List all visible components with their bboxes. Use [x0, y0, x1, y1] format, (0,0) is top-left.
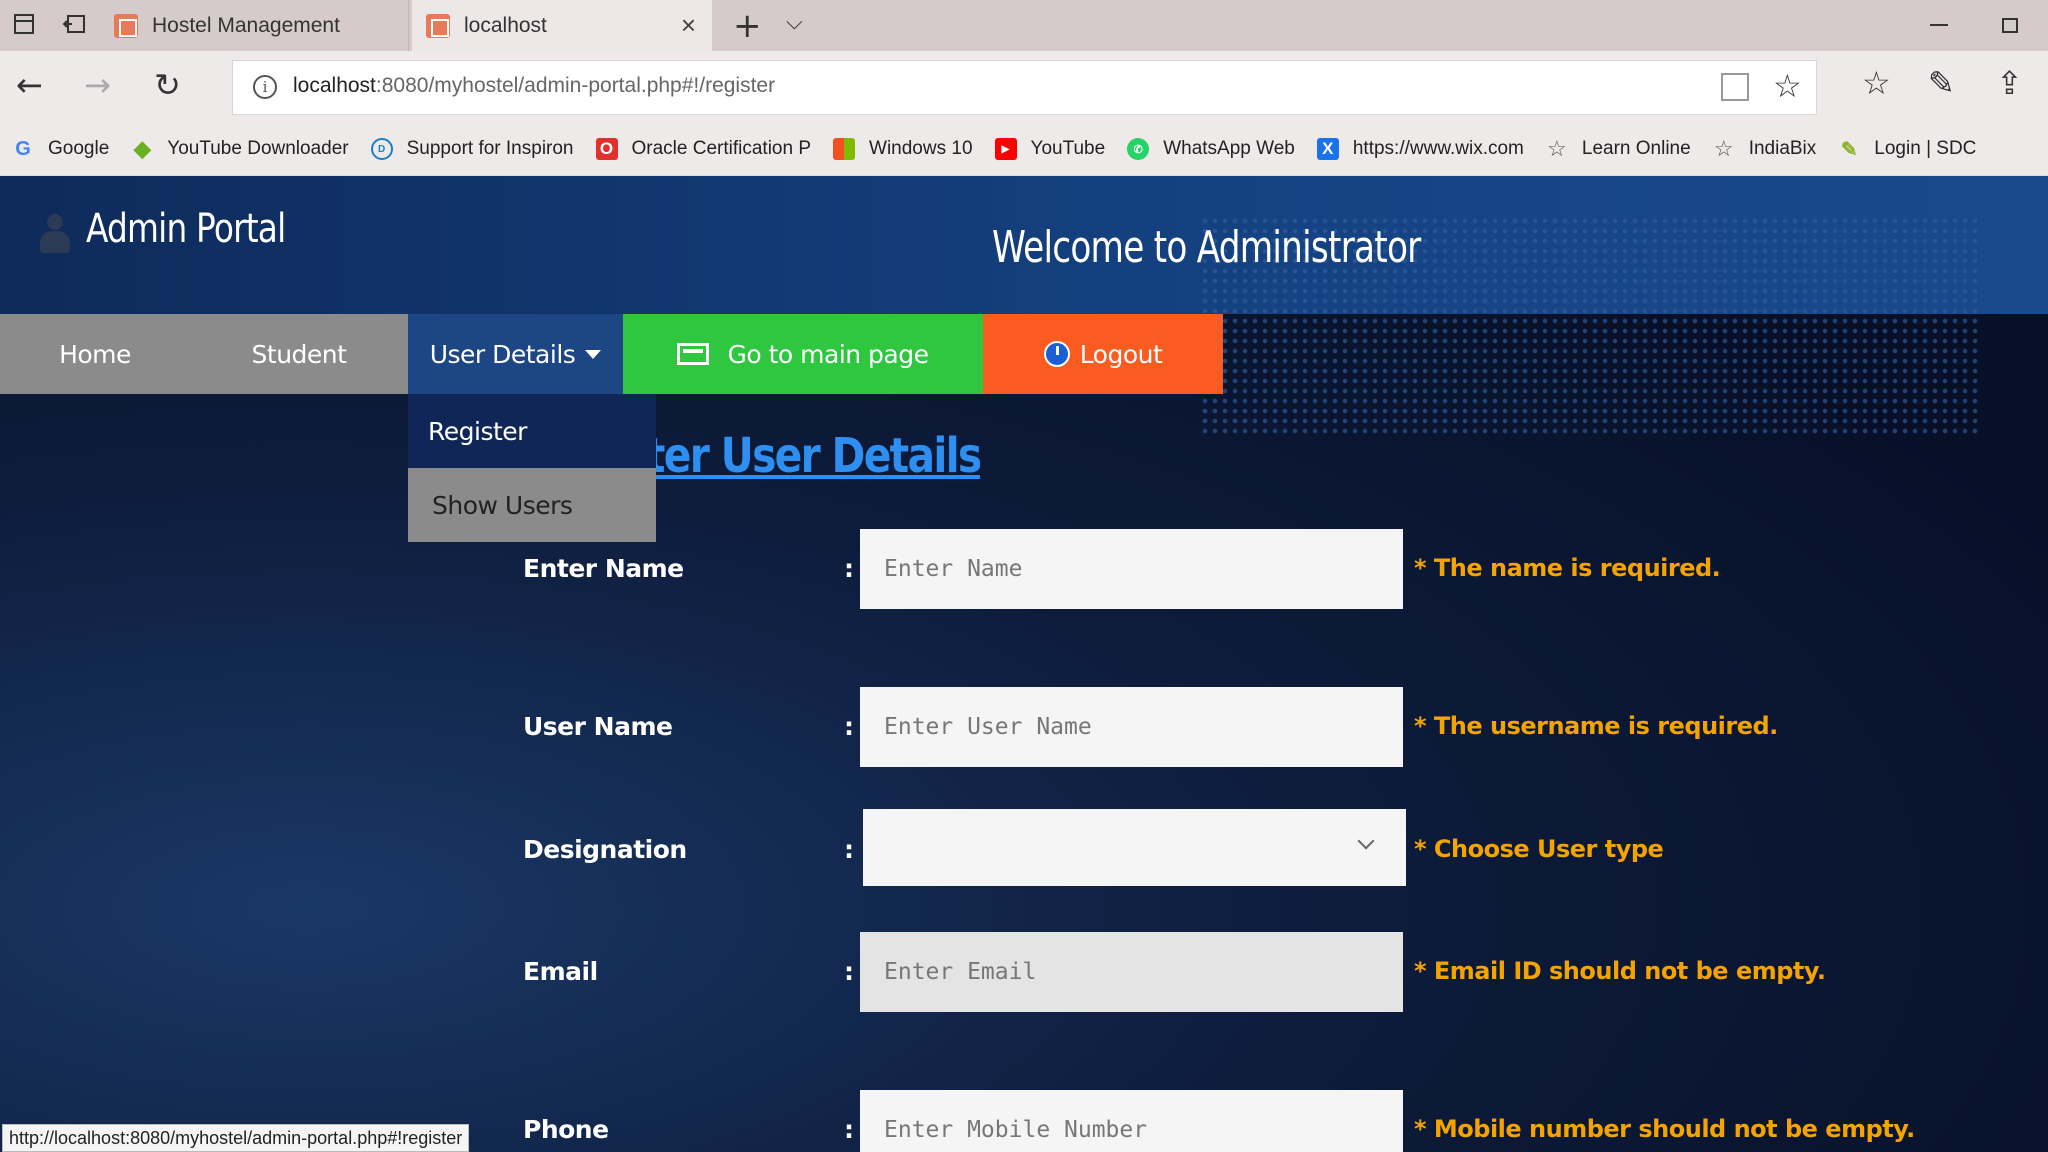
- google-icon: G: [15, 137, 31, 160]
- phone-error: * Mobile number should not be empty.: [1414, 1115, 1915, 1143]
- form-row-designation: Designation : * Choose User type: [0, 809, 2048, 889]
- wix-icon: X: [1316, 138, 1339, 160]
- address-url: localhost:8080/myhostel/admin-portal.php…: [293, 74, 776, 97]
- bookmark-youtube-downloader[interactable]: ◆ YouTube Downloader: [131, 136, 349, 161]
- tab-localhost[interactable]: localhost ×: [412, 0, 712, 51]
- status-bar-url: http://localhost:8080/myhostel/admin-por…: [2, 1124, 470, 1152]
- favorites-list-icon[interactable]: ☆: [1862, 64, 1891, 102]
- tab-hostel-management[interactable]: Hostel Management: [104, 0, 409, 51]
- go-to-main-page-button[interactable]: Go to main page: [623, 314, 983, 394]
- bookmark-support-inspiron[interactable]: D Support for Inspiron: [370, 138, 574, 160]
- star-icon: ☆: [1547, 136, 1567, 161]
- bookmark-oracle[interactable]: O Oracle Certification P: [595, 138, 811, 160]
- sdc-icon: ✎: [1840, 138, 1858, 161]
- bookmark-google[interactable]: G Google: [12, 138, 109, 160]
- logout-button[interactable]: Logout: [983, 314, 1223, 394]
- reading-view-icon[interactable]: [1721, 73, 1749, 101]
- minimize-icon[interactable]: [1930, 24, 1948, 26]
- bookmark-indiabix[interactable]: ☆ IndiaBix: [1713, 136, 1816, 161]
- username-input[interactable]: [860, 687, 1403, 767]
- form-row-email: Email : * Email ID should not be empty.: [0, 932, 2048, 1012]
- name-error: * The name is required.: [1414, 554, 1721, 582]
- oracle-icon: O: [595, 138, 618, 160]
- chevron-down-icon[interactable]: ⌵: [786, 10, 803, 35]
- caret-down-icon: [585, 349, 602, 359]
- pen-icon[interactable]: ✎: [1928, 64, 1955, 102]
- bookmark-wix[interactable]: Xhttps://www.wix.com: [1316, 138, 1524, 160]
- bookmark-login-sdc[interactable]: ✎ Login | SDC: [1838, 138, 1977, 161]
- welcome-heading: Welcome to Administrator: [992, 222, 1421, 273]
- colon: :: [844, 1115, 854, 1144]
- form-row-username: User Name : * The username is required.: [0, 687, 2048, 767]
- share-icon[interactable]: ⇪: [1996, 64, 2023, 102]
- forward-arrow-icon[interactable]: →: [84, 65, 111, 105]
- name-label: Enter Name: [523, 554, 684, 583]
- colon: :: [844, 835, 854, 864]
- phone-input[interactable]: [860, 1090, 1403, 1152]
- portal-title: Admin Portal: [86, 206, 286, 252]
- star-icon: ☆: [1713, 136, 1734, 161]
- restore-icon[interactable]: [2002, 18, 2018, 33]
- portal-header: Admin Portal Welcome to Administrator: [0, 176, 2048, 436]
- menu-home[interactable]: Home: [0, 314, 190, 394]
- windows-icon: [833, 138, 856, 160]
- tab-label: localhost: [464, 13, 547, 37]
- email-label: Email: [523, 957, 598, 986]
- colon: :: [844, 957, 854, 986]
- download-icon: ◆: [133, 136, 151, 161]
- favorite-star-icon[interactable]: ☆: [1773, 67, 1802, 105]
- colon: :: [844, 712, 854, 741]
- name-input[interactable]: [860, 529, 1403, 609]
- bookmark-windows-10[interactable]: Windows 10: [833, 138, 973, 160]
- power-icon: [1043, 341, 1070, 367]
- window-icon: [677, 343, 710, 365]
- main-menu: Home Student User Details Go to main pag…: [0, 314, 1223, 394]
- username-label: User Name: [523, 712, 673, 741]
- new-tab-icon[interactable]: +: [733, 6, 762, 46]
- phone-label: Phone: [523, 1115, 609, 1144]
- page-content: Admin Portal Welcome to Administrator Ho…: [0, 176, 2048, 1152]
- address-bar[interactable]: i localhost:8080/myhostel/admin-portal.p…: [232, 60, 1817, 115]
- whatsapp-icon: ✆: [1127, 138, 1150, 160]
- dropdown-register[interactable]: Register: [408, 394, 656, 468]
- designation-error: * Choose User type: [1414, 835, 1664, 863]
- bookmark-learn-online[interactable]: ☆ Learn Online: [1546, 136, 1691, 161]
- menu-user-details[interactable]: User Details: [408, 314, 623, 394]
- colon: :: [844, 554, 854, 583]
- dell-icon: D: [370, 138, 393, 160]
- tab-list-icon[interactable]: [12, 12, 38, 38]
- bookmark-whatsapp[interactable]: ✆ WhatsApp Web: [1127, 138, 1295, 160]
- tab-label: Hostel Management: [152, 13, 340, 37]
- email-input[interactable]: [860, 932, 1403, 1012]
- user-details-dropdown: Register Show Users: [408, 394, 656, 542]
- designation-label: Designation: [523, 835, 687, 864]
- bookmark-youtube[interactable]: ▶ YouTube: [994, 138, 1105, 160]
- site-favicon-icon: [426, 13, 450, 38]
- form-row-name: Enter Name : * The name is required.: [0, 529, 2048, 609]
- bookmarks-bar: G Google ◆ YouTube Downloader D Support for…: [0, 123, 2048, 176]
- close-tab-icon[interactable]: ×: [681, 12, 696, 38]
- user-icon: [38, 214, 72, 254]
- youtube-icon: ▶: [994, 138, 1017, 160]
- browser-tab-bar: Hostel Management localhost × + ⌵: [0, 0, 2048, 51]
- chevron-down-icon: [1357, 832, 1375, 850]
- info-icon[interactable]: i: [253, 75, 277, 99]
- designation-select[interactable]: [863, 809, 1406, 886]
- back-arrow-icon[interactable]: ←: [16, 65, 43, 105]
- refresh-icon[interactable]: ↻: [154, 65, 181, 105]
- site-favicon-icon: [114, 13, 138, 38]
- set-aside-tabs-icon[interactable]: [62, 12, 88, 38]
- email-error: * Email ID should not be empty.: [1414, 957, 1826, 985]
- username-error: * The username is required.: [1414, 712, 1778, 740]
- menu-student[interactable]: Student: [190, 314, 408, 394]
